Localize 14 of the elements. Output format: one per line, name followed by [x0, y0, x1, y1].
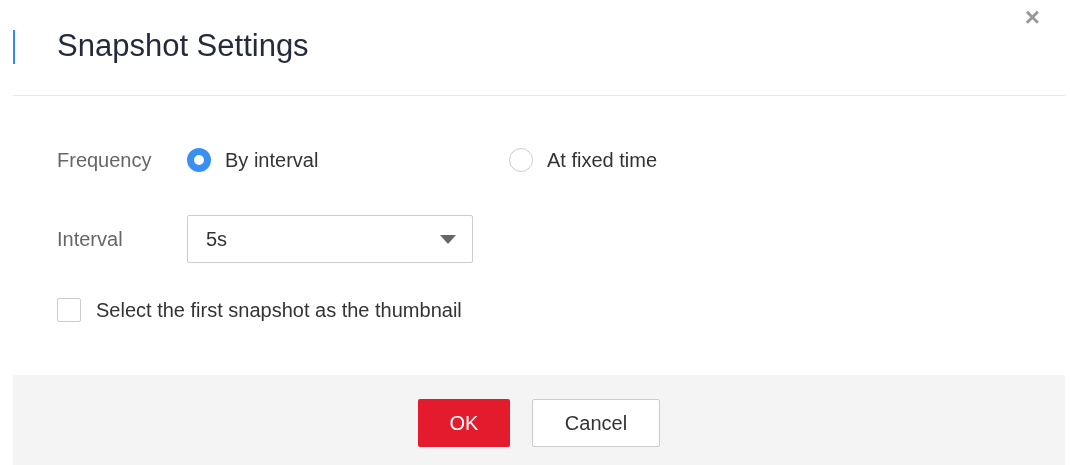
cancel-button[interactable]: Cancel	[532, 399, 660, 447]
title-accent-bar	[13, 29, 15, 64]
radio-button[interactable]	[509, 148, 533, 172]
ok-button[interactable]: OK	[418, 399, 510, 447]
frequency-label: Frequency	[57, 148, 153, 173]
interval-label: Interval	[57, 227, 124, 252]
radio-button[interactable]	[187, 148, 211, 172]
interval-dropdown[interactable]: 5s	[187, 215, 473, 263]
dialog-title: Snapshot Settings	[57, 27, 309, 66]
checkbox-label: Select the first snapshot as the thumbnail	[96, 298, 462, 323]
caret-icon	[440, 234, 456, 244]
radio-label: By interval	[225, 148, 319, 173]
radio-label: At fixed time	[547, 148, 658, 173]
checkbox[interactable]	[57, 298, 81, 322]
